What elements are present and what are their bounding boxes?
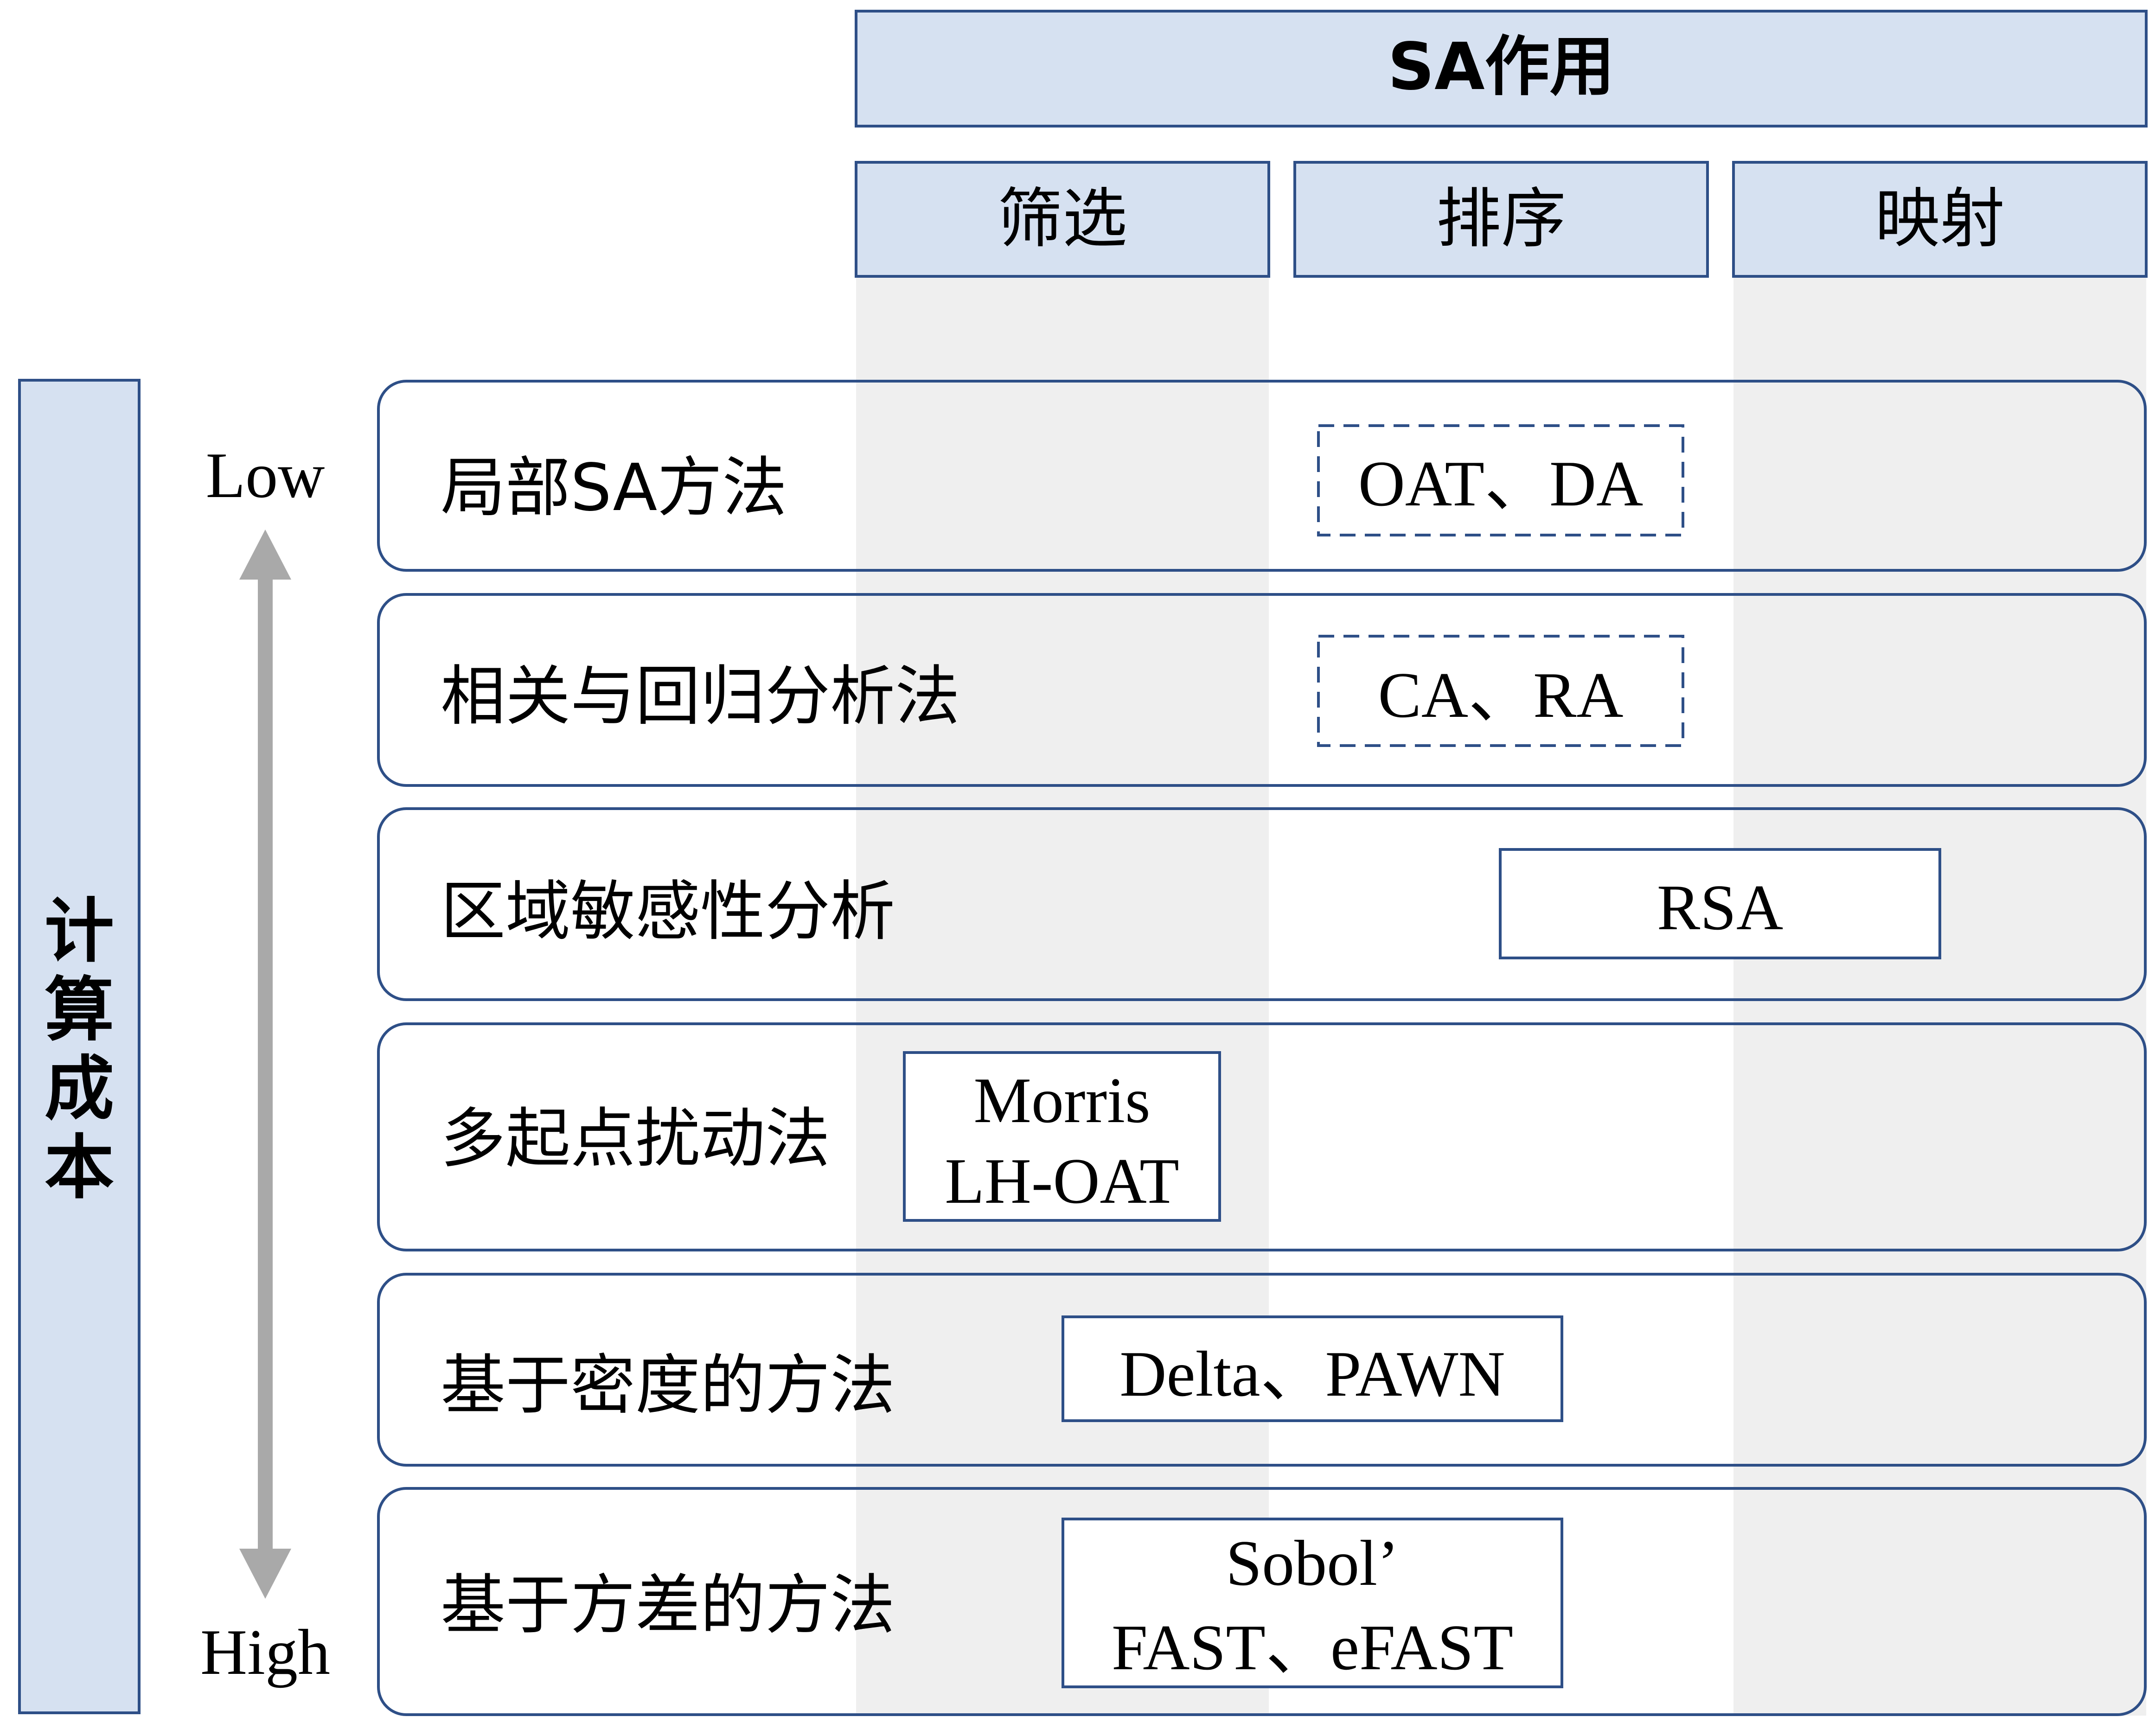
row-label: 区域敏感性分析 [441,874,895,950]
method-text: OAT、DA [1358,448,1643,520]
row-label: 基于密度的方法 [441,1348,895,1423]
header-title: SA作用 [1388,29,1614,105]
row-label: 相关与回归分析法 [441,659,960,734]
row-label: 多起点扰动法 [441,1101,830,1177]
column-shade-screening [856,274,1269,1716]
method-text-1: Sobol’ [1226,1527,1399,1599]
cost-high-label: High [200,1616,330,1688]
cost-axis-char-1: 计 [45,891,114,972]
column-header-mapping: 映射 [1875,181,2005,257]
column-header-ranking: 排序 [1436,181,1566,257]
column-header-screening: 筛选 [998,181,1127,257]
cost-low-label: Low [206,440,325,511]
method-text: RSA [1657,872,1783,944]
sa-methods-diagram: SA作用 筛选 排序 映射 计 算 成 本 Low High 局部SA方法 OA… [18,10,2148,1716]
method-text: CA、RA [1378,659,1624,731]
row-label: 基于方差的方法 [441,1568,895,1643]
cost-double-arrow [239,530,291,1599]
cost-axis-char-3: 成 [45,1049,114,1130]
method-text: Delta、PAWN [1119,1338,1505,1410]
method-text-2: FAST、eFAST [1112,1612,1513,1684]
cost-axis-char-4: 本 [45,1128,114,1208]
column-shade-mapping [1733,274,2146,1716]
method-text-1: Morris [973,1065,1150,1136]
row-label: 局部SA方法 [441,450,787,526]
cost-axis-char-2: 算 [45,970,114,1051]
method-text-2: LH-OAT [945,1145,1179,1217]
